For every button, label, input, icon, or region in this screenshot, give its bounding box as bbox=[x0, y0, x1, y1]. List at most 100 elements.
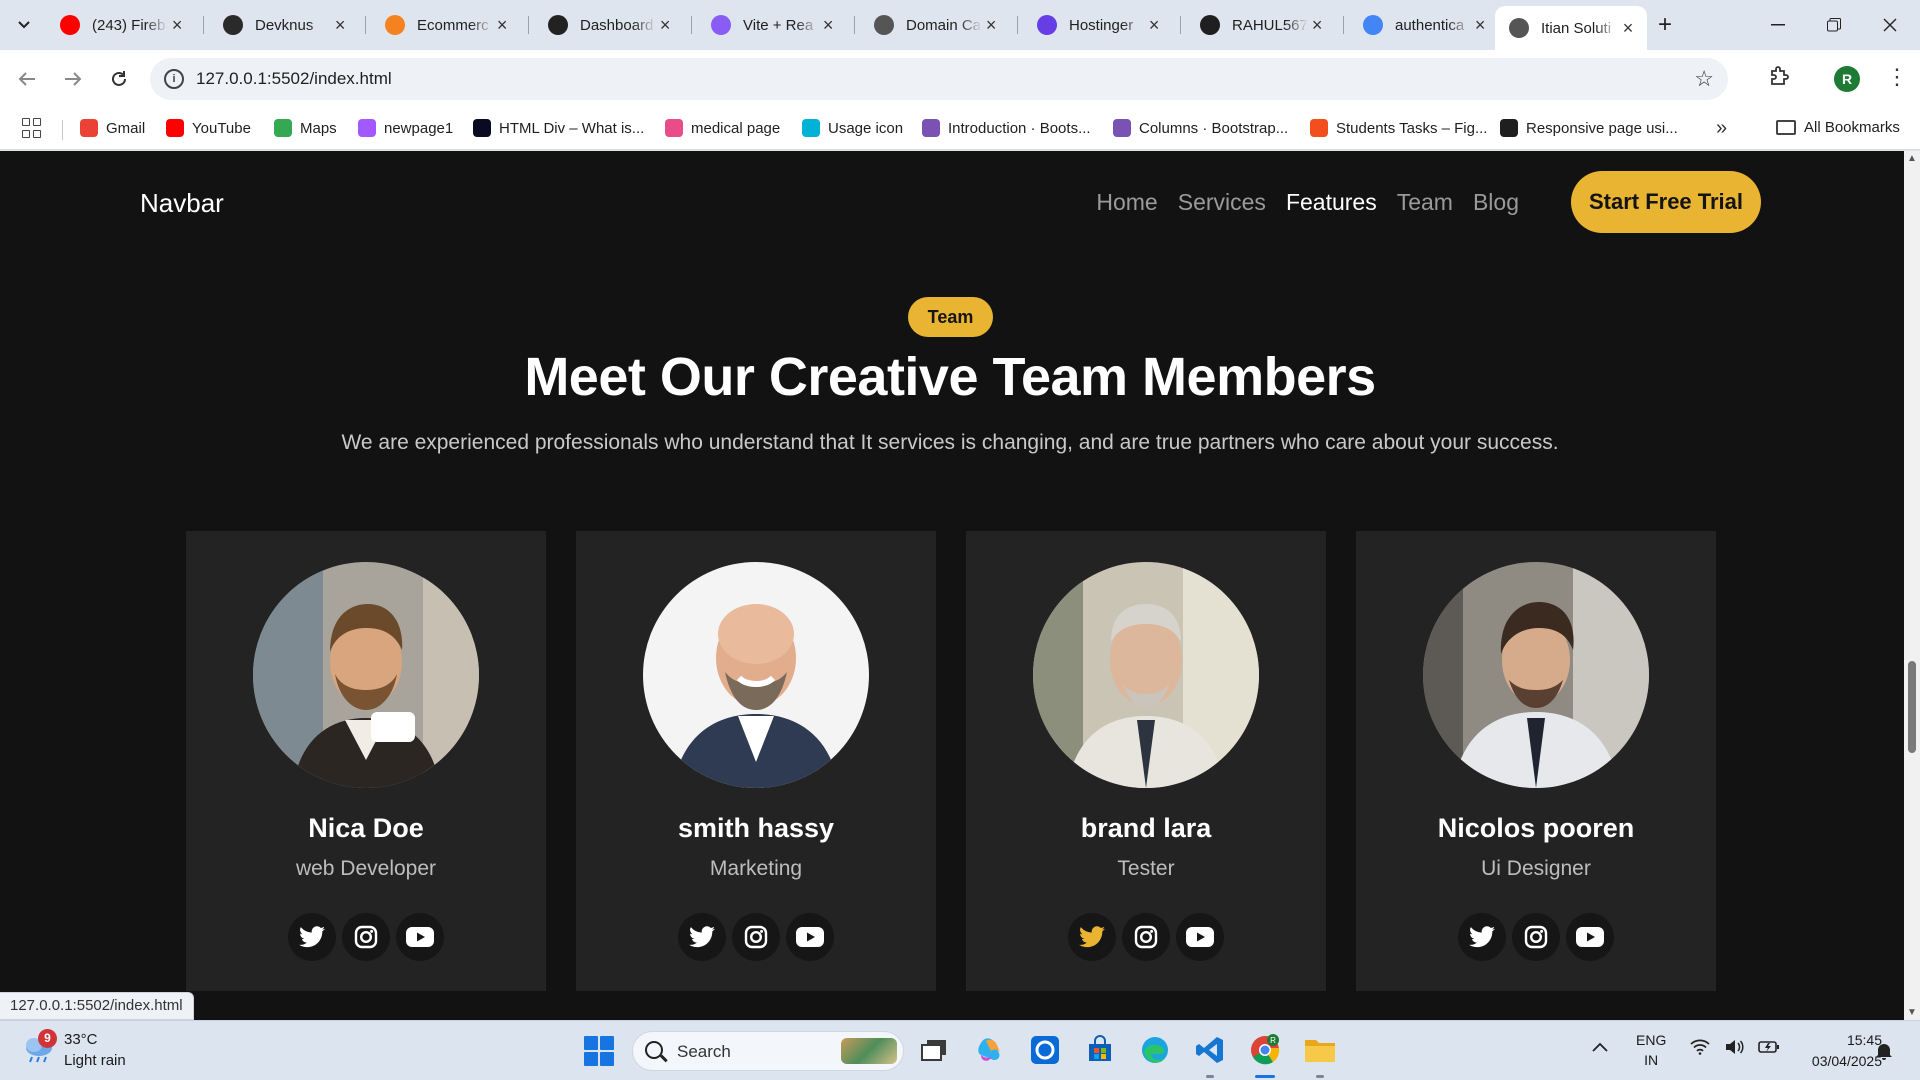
bookmark-item[interactable]: Columns · Bootstrap... bbox=[1113, 119, 1288, 137]
bookmark-star-icon[interactable]: ☆ bbox=[1694, 66, 1714, 92]
bookmark-item[interactable]: newpage1 bbox=[358, 119, 453, 137]
bookmark-item[interactable]: medical page bbox=[665, 119, 780, 137]
task-view-icon[interactable] bbox=[917, 1033, 951, 1067]
instagram-icon[interactable] bbox=[1122, 913, 1170, 961]
bookmark-item[interactable]: HTML Div – What is... bbox=[473, 119, 644, 137]
url-text[interactable]: 127.0.0.1:5502/index.html bbox=[196, 69, 392, 89]
browser-tab[interactable]: RAHUL567 × bbox=[1186, 8, 1336, 42]
taskbar-search[interactable]: Search bbox=[632, 1031, 904, 1071]
instagram-icon[interactable] bbox=[732, 913, 780, 961]
site-info-icon[interactable]: i bbox=[164, 69, 184, 89]
all-bookmarks-button[interactable]: All Bookmarks bbox=[1776, 119, 1900, 136]
close-window-button[interactable] bbox=[1862, 0, 1918, 50]
twitter-icon[interactable] bbox=[1458, 913, 1506, 961]
extensions-icon[interactable] bbox=[1768, 65, 1790, 93]
microsoft-store-icon[interactable] bbox=[1083, 1033, 1117, 1067]
minimize-button[interactable] bbox=[1750, 0, 1806, 50]
file-explorer-icon[interactable] bbox=[1303, 1033, 1337, 1067]
nav-link-team[interactable]: Team bbox=[1397, 189, 1453, 216]
folder-icon bbox=[1776, 120, 1796, 135]
tab-close-icon[interactable]: × bbox=[1619, 18, 1637, 39]
bookmark-item[interactable]: Maps bbox=[274, 119, 337, 137]
nav-link-blog[interactable]: Blog bbox=[1473, 189, 1519, 216]
browser-tab[interactable]: Vite + Rea × bbox=[697, 8, 847, 42]
new-tab-button[interactable]: + bbox=[1650, 10, 1680, 40]
browser-tab[interactable]: Domain Ca × bbox=[860, 8, 1010, 42]
restore-button[interactable] bbox=[1806, 0, 1862, 50]
bookmark-item[interactable]: Students Tasks – Fig... bbox=[1310, 119, 1487, 137]
arrow-left-icon bbox=[18, 72, 35, 86]
browser-tab[interactable]: authentica × bbox=[1349, 8, 1499, 42]
profile-avatar[interactable]: R bbox=[1834, 66, 1860, 92]
menu-kebab-icon[interactable]: ⋮ bbox=[1886, 64, 1908, 90]
browser-tab[interactable]: (243) Fireb × bbox=[46, 8, 196, 42]
apps-grid-icon[interactable] bbox=[22, 118, 42, 138]
system-clock[interactable]: 15:45 03/04/2025 bbox=[1786, 1030, 1882, 1072]
youtube-icon[interactable] bbox=[786, 913, 834, 961]
reload-button[interactable] bbox=[104, 64, 134, 94]
back-button[interactable] bbox=[12, 64, 42, 94]
site-brand[interactable]: Navbar bbox=[140, 188, 224, 219]
tab-close-icon[interactable]: × bbox=[1471, 15, 1489, 36]
twitter-icon[interactable] bbox=[678, 913, 726, 961]
scroll-up-icon[interactable]: ▲ bbox=[1907, 153, 1917, 164]
twitter-icon[interactable] bbox=[1068, 913, 1116, 961]
all-bookmarks-label: All Bookmarks bbox=[1804, 119, 1900, 136]
scroll-down-icon[interactable]: ▼ bbox=[1907, 1007, 1917, 1018]
globe-icon bbox=[874, 15, 894, 35]
nav-link-home[interactable]: Home bbox=[1096, 189, 1157, 216]
weather-description[interactable]: Light rain bbox=[64, 1052, 126, 1069]
youtube-icon[interactable] bbox=[396, 913, 444, 961]
wifi-icon[interactable] bbox=[1690, 1039, 1710, 1055]
tab-close-icon[interactable]: × bbox=[168, 15, 186, 36]
app-blue-o-icon[interactable] bbox=[1028, 1033, 1062, 1067]
tab-close-icon[interactable]: × bbox=[819, 15, 837, 36]
nav-link-services[interactable]: Services bbox=[1178, 189, 1266, 216]
twitter-icon[interactable] bbox=[288, 913, 336, 961]
browser-tab[interactable]: Ecommerc × bbox=[371, 8, 521, 42]
google-icon bbox=[1363, 15, 1383, 35]
forward-button[interactable] bbox=[58, 64, 88, 94]
bookmark-item[interactable]: Usage icon bbox=[802, 119, 903, 137]
bookmark-item[interactable]: Gmail bbox=[80, 119, 145, 137]
tab-close-icon[interactable]: × bbox=[493, 15, 511, 36]
bookmark-item[interactable]: Introduction · Boots... bbox=[922, 119, 1091, 137]
instagram-icon[interactable] bbox=[1512, 913, 1560, 961]
bookmark-item[interactable]: YouTube bbox=[166, 119, 251, 137]
browser-tab[interactable]: Itian Soluti × bbox=[1495, 6, 1647, 50]
vscode-running-indicator bbox=[1206, 1075, 1214, 1078]
vscode-icon[interactable] bbox=[1193, 1033, 1227, 1067]
tab-search-button[interactable] bbox=[9, 10, 39, 40]
page-scrollbar[interactable]: ▲ ▼ bbox=[1904, 151, 1920, 1020]
volume-icon[interactable] bbox=[1724, 1039, 1744, 1055]
language-indicator[interactable]: ENG IN bbox=[1636, 1030, 1666, 1070]
tab-close-icon[interactable]: × bbox=[1308, 15, 1326, 36]
start-free-trial-button[interactable]: Start Free Trial bbox=[1571, 171, 1761, 233]
instagram-icon[interactable] bbox=[342, 913, 390, 961]
bookmark-item[interactable]: Responsive page usi... bbox=[1500, 119, 1678, 137]
youtube-icon[interactable] bbox=[1176, 913, 1224, 961]
more-bookmarks-icon[interactable]: » bbox=[1716, 117, 1727, 140]
tab-close-icon[interactable]: × bbox=[331, 15, 349, 36]
copilot-icon[interactable] bbox=[973, 1033, 1007, 1067]
chrome-icon[interactable]: R bbox=[1248, 1033, 1282, 1067]
tab-close-icon[interactable]: × bbox=[982, 15, 1000, 36]
bookmarks-bar: Gmail YouTube Maps newpage1 HTML Div – What … bbox=[0, 108, 1920, 150]
show-hidden-icons-chevron-icon[interactable] bbox=[1592, 1039, 1608, 1057]
bookmark-favicon-icon bbox=[80, 119, 98, 137]
address-bar[interactable]: i 127.0.0.1:5502/index.html ☆ bbox=[150, 58, 1728, 100]
notifications-bell-icon[interactable] bbox=[1875, 1041, 1893, 1066]
battery-icon[interactable] bbox=[1758, 1039, 1780, 1055]
browser-tab[interactable]: Hostinger × bbox=[1023, 8, 1173, 42]
start-button[interactable] bbox=[584, 1036, 614, 1066]
nav-link-features[interactable]: Features bbox=[1286, 189, 1377, 216]
browser-tab[interactable]: Devknus × bbox=[209, 8, 359, 42]
browser-tab[interactable]: Dashboard × bbox=[534, 8, 684, 42]
tab-close-icon[interactable]: × bbox=[1145, 15, 1163, 36]
edge-icon[interactable] bbox=[1138, 1033, 1172, 1067]
svg-text:R: R bbox=[1270, 1036, 1276, 1045]
tab-close-icon[interactable]: × bbox=[656, 15, 674, 36]
youtube-icon[interactable] bbox=[1566, 913, 1614, 961]
scroll-thumb[interactable] bbox=[1908, 661, 1916, 753]
weather-temperature[interactable]: 33°C bbox=[64, 1031, 98, 1048]
